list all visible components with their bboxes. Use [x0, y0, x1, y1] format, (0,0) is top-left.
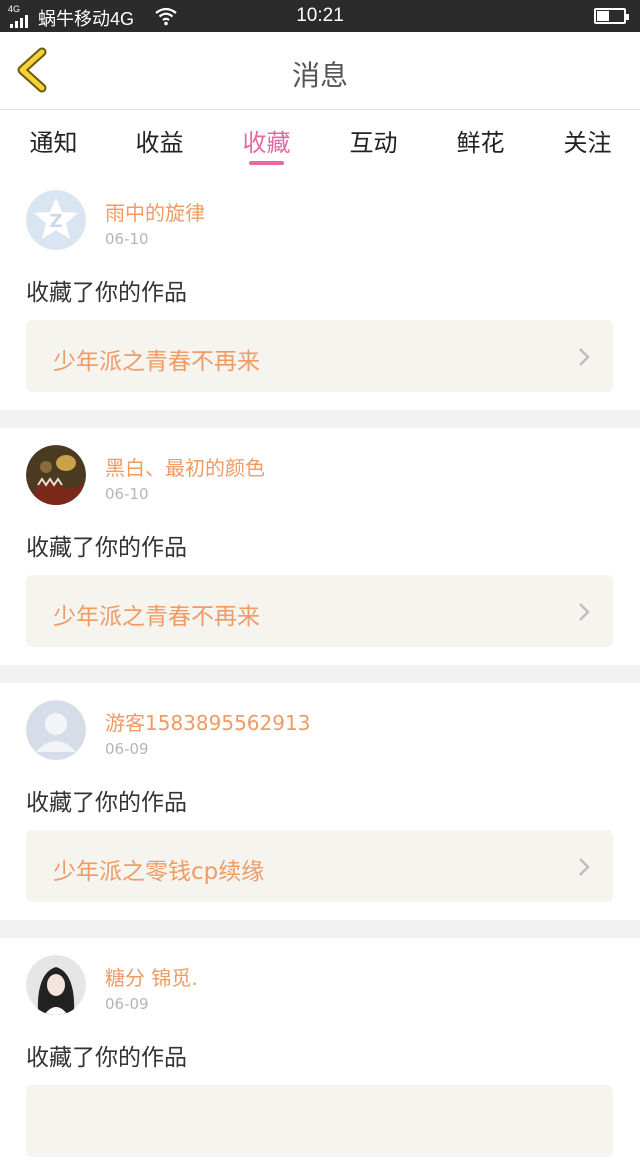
message-date: 06-10	[105, 230, 149, 248]
chevron-right-icon	[579, 603, 590, 621]
tab-following[interactable]: 关注	[534, 123, 640, 158]
status-bar: 4G 蜗牛移动4G 10:21	[0, 0, 640, 32]
tab-label: 关注	[563, 129, 612, 157]
tab-label: 收藏	[242, 129, 291, 157]
battery-icon	[594, 8, 629, 24]
tab-flowers[interactable]: 鲜花	[427, 123, 534, 158]
clock: 10:21	[296, 5, 344, 26]
user-name[interactable]: 游客1583895562913	[105, 707, 310, 736]
tab-earnings[interactable]: 收益	[106, 123, 213, 158]
battery-level	[597, 11, 609, 21]
active-tab-indicator	[249, 161, 284, 165]
tab-favorites[interactable]: 收藏	[213, 123, 320, 165]
tab-label: 通知	[29, 129, 78, 157]
action-text: 收藏了你的作品	[26, 1045, 187, 1071]
message-date: 06-09	[105, 740, 149, 758]
tab-interactions[interactable]: 互动	[320, 123, 427, 158]
anime-avatar-icon[interactable]	[26, 445, 86, 505]
work-link[interactable]: 少年派之零钱cp续缘	[26, 830, 613, 902]
message-date: 06-09	[105, 995, 149, 1013]
tab-label: 鲜花	[456, 129, 505, 157]
chevron-right-icon	[579, 858, 590, 876]
tab-label: 收益	[135, 129, 184, 157]
chevron-right-icon	[579, 348, 590, 366]
tab-notifications[interactable]: 通知	[0, 123, 107, 158]
work-link[interactable]: 少年派之青春不再来	[26, 575, 613, 647]
message-item: 黑白、最初的颜色 06-10 收藏了你的作品 少年派之青春不再来	[0, 428, 640, 665]
divider	[0, 665, 640, 683]
tab-bar: 通知 收益 收藏 互动 鲜花 关注	[0, 111, 640, 173]
work-link[interactable]: 少年派之青春不再来	[26, 320, 613, 392]
message-list: Z 雨中的旋律 06-10 收藏了你的作品 少年派之青春不再来 黑白、最初的颜色…	[0, 173, 640, 1175]
message-item: 糖分 锦觅. 06-09 收藏了你的作品	[0, 938, 640, 1175]
qq-z-avatar-icon[interactable]: Z	[26, 190, 86, 250]
message-item: 游客1583895562913 06-09 收藏了你的作品 少年派之零钱cp续缘	[0, 683, 640, 920]
user-name[interactable]: 黑白、最初的颜色	[105, 452, 265, 481]
action-text: 收藏了你的作品	[26, 535, 187, 561]
tab-label: 互动	[349, 129, 398, 157]
work-title: 少年派之青春不再来	[53, 349, 260, 375]
user-name[interactable]: 雨中的旋律	[105, 197, 205, 226]
message-date: 06-10	[105, 485, 149, 503]
default-user-avatar-icon[interactable]	[26, 700, 86, 760]
action-text: 收藏了你的作品	[26, 280, 187, 306]
action-text: 收藏了你的作品	[26, 790, 187, 816]
top-navigation-bar: 消息	[0, 32, 640, 110]
divider	[0, 410, 640, 428]
work-title: 少年派之零钱cp续缘	[53, 859, 265, 885]
message-item: Z 雨中的旋律 06-10 收藏了你的作品 少年派之青春不再来	[0, 173, 640, 410]
work-link[interactable]	[26, 1085, 613, 1157]
user-name[interactable]: 糖分 锦觅.	[105, 962, 198, 991]
svg-text:Z: Z	[49, 211, 62, 232]
page-title: 消息	[291, 59, 348, 92]
divider	[0, 920, 640, 938]
photo-avatar-icon[interactable]	[26, 955, 86, 1015]
work-title: 少年派之青春不再来	[53, 604, 260, 630]
